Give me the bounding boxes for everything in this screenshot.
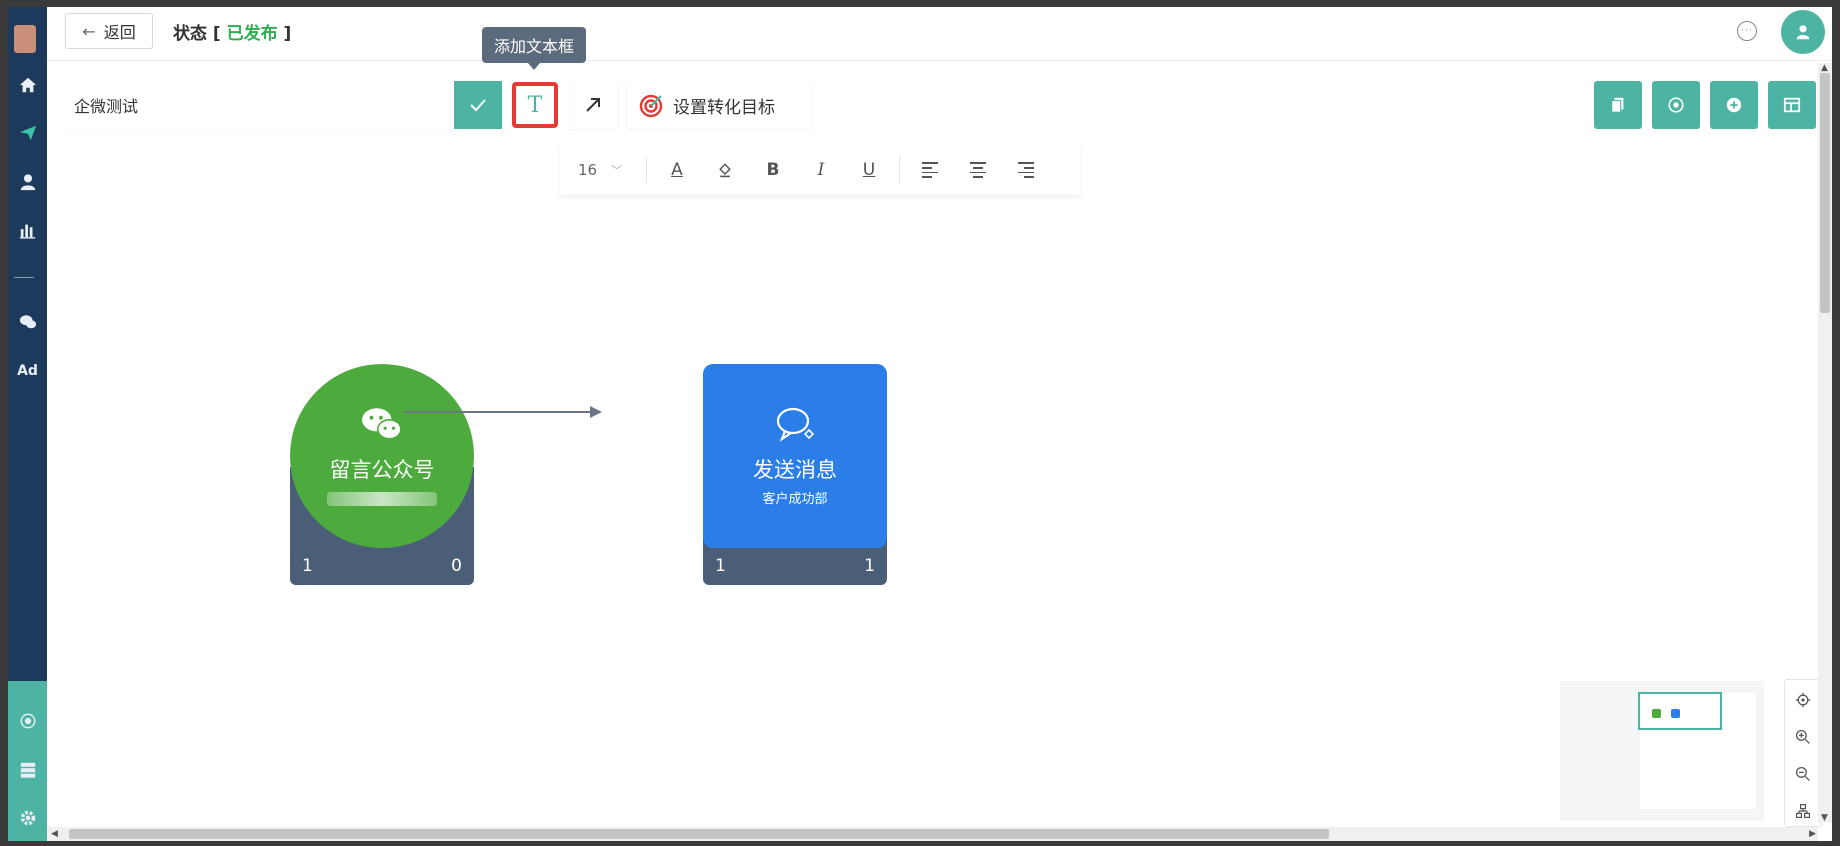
blurred-subtitle <box>327 492 437 506</box>
scroll-up-icon[interactable]: ▲ <box>1821 63 1828 73</box>
wechat-icon[interactable] <box>8 307 47 337</box>
hierarchy-icon <box>1796 804 1810 818</box>
minimap-node <box>1671 709 1680 718</box>
zoom-out-icon <box>1795 766 1810 781</box>
scroll-right-icon[interactable]: ▶ <box>1809 829 1816 839</box>
node-title: 留言公众号 <box>329 458 435 482</box>
divider <box>646 157 647 183</box>
node-count-left: 1 <box>715 556 726 576</box>
add-node-button[interactable] <box>1710 81 1758 129</box>
status-value: 已发布 <box>226 24 278 44</box>
node-wechat-message[interactable]: 留言公众号 <box>290 364 474 548</box>
status-suffix: ] <box>277 24 292 44</box>
record-button[interactable] <box>1652 81 1700 129</box>
status-label: 状态 [ 已发布 ] <box>173 19 291 44</box>
tooltip: 添加文本框 <box>482 27 586 70</box>
layout-button[interactable] <box>1768 81 1816 129</box>
zoom-controls <box>1784 679 1822 827</box>
record-icon <box>1668 97 1684 113</box>
server-icon[interactable] <box>8 755 47 785</box>
scroll-down-icon[interactable]: ▼ <box>1821 813 1828 823</box>
horizontal-scrollbar[interactable]: ◀ ▶ <box>47 827 1818 841</box>
arrow-up-right-icon <box>586 98 600 112</box>
check-icon <box>470 99 486 112</box>
add-arrow-button[interactable] <box>569 81 617 129</box>
header-bar: ← 返回 状态 [ 已发布 ] ··· <box>47 7 1832 61</box>
align-center-icon <box>970 162 986 178</box>
set-goal-button[interactable]: 设置转化目标 <box>627 81 811 129</box>
horizontal-scroll-thumb[interactable] <box>69 829 1329 839</box>
copy-icon <box>1611 97 1624 113</box>
node-count-right: 0 <box>451 556 462 576</box>
vertical-scroll-thumb[interactable] <box>1820 73 1830 313</box>
bold-button[interactable]: B <box>749 152 797 188</box>
locate-button[interactable] <box>1785 682 1821 718</box>
node-count-left: 1 <box>302 556 313 576</box>
status-prefix: 状态 [ <box>173 24 227 44</box>
add-text-box-button[interactable]: T <box>512 82 558 128</box>
text-format-toolbar: 16 ﹀ A B I U <box>560 145 1080 195</box>
align-left-icon <box>922 162 938 178</box>
avatar[interactable] <box>1781 10 1825 54</box>
app-window: Ad ← 返回 状态 [ 已发布 ] ··· 添加文本框 企微测试 T 设置转化… <box>8 7 1832 841</box>
align-right-button[interactable] <box>1002 152 1050 188</box>
zoom-in-icon <box>1795 729 1810 744</box>
scroll-left-icon[interactable]: ◀ <box>51 829 58 839</box>
logo <box>14 25 36 53</box>
plus-circle-icon <box>1726 97 1742 113</box>
wechat-icon <box>362 408 402 440</box>
back-button[interactable]: ← 返回 <box>65 13 153 49</box>
align-right-icon <box>1018 162 1034 178</box>
minimap-node <box>1652 709 1661 718</box>
node-count-right: 1 <box>864 556 875 576</box>
font-color-button[interactable]: A <box>653 152 701 188</box>
copy-button[interactable] <box>1594 81 1642 129</box>
sidebar-bottom-panel <box>8 681 47 841</box>
sidebar-divider <box>14 277 34 278</box>
zoom-out-button[interactable] <box>1785 756 1821 792</box>
vertical-scrollbar[interactable]: ▲ ▼ <box>1818 63 1832 823</box>
ad-icon[interactable]: Ad <box>8 356 47 386</box>
crosshair-icon <box>1795 692 1811 708</box>
paint-bucket-icon <box>719 163 731 178</box>
node-subtitle: 客户成功部 <box>762 491 828 507</box>
auto-layout-button[interactable] <box>1785 793 1821 829</box>
hub-icon[interactable] <box>8 706 47 736</box>
fill-color-button[interactable] <box>701 152 749 188</box>
sidebar: Ad <box>8 7 47 841</box>
underline-button[interactable]: U <box>845 152 893 188</box>
journey-name-input[interactable] <box>64 81 454 129</box>
italic-button[interactable]: I <box>797 152 845 188</box>
minimap-viewport[interactable] <box>1638 692 1722 730</box>
send-icon[interactable] <box>8 118 47 148</box>
connection-arrow <box>404 406 602 418</box>
bar-chart-icon[interactable] <box>8 215 47 245</box>
target-icon <box>639 94 663 118</box>
ad-label: Ad <box>17 363 38 379</box>
zoom-in-button[interactable] <box>1785 719 1821 755</box>
align-left-button[interactable] <box>906 152 954 188</box>
node-title: 发送消息 <box>753 457 837 482</box>
gear-icon[interactable] <box>8 803 47 833</box>
user-icon <box>1796 25 1810 40</box>
chevron-down-icon: ﹀ <box>611 164 623 177</box>
font-size-value: 16 <box>578 161 598 179</box>
chat-bubble-icon <box>776 407 815 442</box>
goal-label: 设置转化目标 <box>673 97 775 118</box>
home-icon[interactable] <box>8 70 47 100</box>
confirm-button[interactable] <box>454 81 502 129</box>
message-icon[interactable]: ··· <box>1737 21 1757 41</box>
node-send-message[interactable]: 发送消息 客户成功部 <box>703 364 887 548</box>
arrow-left-icon: ← <box>82 21 96 41</box>
divider <box>899 157 900 183</box>
back-label: 返回 <box>103 23 136 42</box>
font-size-select[interactable]: 16 ﹀ <box>560 161 640 179</box>
user-icon[interactable] <box>8 167 47 197</box>
align-center-button[interactable] <box>954 152 1002 188</box>
layout-icon <box>1783 97 1801 113</box>
